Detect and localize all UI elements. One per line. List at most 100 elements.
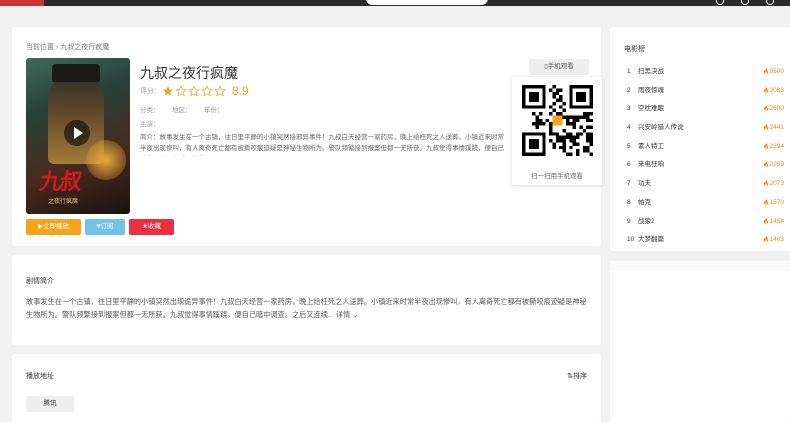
poster-glow — [86, 140, 126, 180]
star-outline-icon — [188, 85, 200, 97]
plot-summary-card: 剧情简介 故事发生在一个古镇，往日里平静的小镇突然出现诡异事件！九叔白天经营一家… — [12, 255, 601, 345]
ranking-hot: 🔥2600 — [763, 100, 784, 119]
ranking-hot-value: 2269 — [769, 161, 784, 169]
sort-button[interactable]: ⇅排序 — [567, 371, 587, 381]
side-card-header — [610, 261, 790, 271]
ranking-number: 2 — [627, 86, 631, 94]
subscribe-button[interactable]: ♥订阅 — [85, 219, 125, 235]
ranking-hot: 🔥2073 — [763, 175, 784, 194]
movie-poster[interactable]: 九叔 之夜行疯魔 — [26, 58, 130, 214]
ranking-number: 1 — [627, 68, 631, 75]
ranking-title: 电影榜 — [624, 46, 645, 53]
poster-subtitle: 之夜行疯魔 — [48, 199, 79, 205]
ranking-hot-value: 3083 — [769, 86, 784, 94]
ranking-name[interactable]: 扫黑决战 — [638, 63, 664, 82]
source-tab[interactable]: 腾讯 — [26, 396, 74, 412]
ranking-item[interactable]: 10 大梦翻篇 🔥1403 — [624, 231, 784, 250]
ranking-hot: 🔥2441 — [763, 119, 784, 138]
ranking-item[interactable]: 5 素人特工 🔥2394 — [624, 138, 784, 157]
ranking-item[interactable]: 2 雨夜惊魂 🔥3083 — [624, 82, 784, 101]
ranking-name[interactable]: 大梦翻篇 — [638, 231, 664, 250]
ranking-hot-value: 1454 — [769, 217, 784, 225]
star-outline-icon — [201, 85, 213, 97]
rating-row: 评分： 8.9 — [140, 84, 249, 98]
meta-category: 分类： — [140, 107, 160, 114]
ranking-hot-value: 2441 — [769, 124, 784, 132]
ranking-hot-value: 1570 — [769, 198, 784, 206]
ranking-name[interactable]: 功夫 — [638, 175, 651, 194]
play-address-title: 播放地址 — [26, 373, 54, 380]
ranking-number: 7 — [627, 180, 631, 188]
plot-title: 剧情简介 — [26, 278, 54, 285]
movie-brief: 简介：故事发生在一个古镇，往日里平静的小镇突然接邪异事件！九叔白天经营一家药房，… — [140, 134, 504, 152]
ranking-name[interactable]: 空枕难眠 — [638, 100, 664, 119]
ranking-hot: 🔥1454 — [763, 213, 784, 232]
ranking-number: 4 — [627, 124, 631, 132]
qr-caption: 扫一扫用手机观看 — [531, 173, 583, 180]
ranking-name[interactable]: 来电狂响 — [638, 156, 664, 175]
breadcrumb: 当前位置 › 九叔之夜行疯魔 — [26, 44, 110, 51]
ranking-name[interactable]: 雨夜惊魂 — [638, 82, 664, 101]
ranking-number: 9 — [627, 217, 631, 225]
ranking-hot-value: 2600 — [769, 105, 784, 113]
qr-popup: 扫一扫用手机观看 — [512, 77, 602, 185]
ranking-number: 8 — [627, 198, 631, 206]
movie-title: 九叔之夜行疯魔 — [140, 65, 238, 81]
play-now-button[interactable]: ▶立即播放 — [26, 219, 81, 235]
play-address-card: 播放地址 ⇅排序 腾讯 — [12, 354, 601, 422]
meta-row: 分类： 地区： 年份： — [140, 104, 236, 114]
ranking-hot: 🔥1570 — [763, 194, 784, 213]
ranking-item[interactable]: 9 战狼2 🔥1454 — [624, 213, 784, 232]
ranking-hot: 🔥1403 — [763, 231, 784, 250]
history-icon[interactable] — [716, 0, 724, 5]
mobile-watch-tab[interactable]: ▯手机观看 — [529, 59, 589, 75]
plot-body: 故事发生在一个古镇，往日里平静的小镇突然出现诡异事件！九叔白天经营一家药房，晚上… — [26, 297, 587, 319]
ranking-number: 5 — [627, 142, 631, 150]
ranking-hot-value: 2073 — [769, 180, 784, 188]
ranking-hot-value: 1403 — [769, 236, 784, 244]
top-navbar — [0, 0, 790, 6]
ranking-number: 6 — [627, 161, 631, 169]
rating-label: 评分： — [140, 88, 161, 95]
star-outline-icon — [175, 85, 187, 97]
ranking-item[interactable]: 7 功夫 🔥2073 — [624, 175, 784, 194]
ranking-hot: 🔥3083 — [763, 82, 784, 101]
movie-detail-card: 当前位置 › 九叔之夜行疯魔 九叔 之夜行疯魔 ▶立即播放 ♥订阅 ★收藏 九叔… — [12, 27, 602, 246]
plot-more-link[interactable]: 详情 ⌄ — [336, 310, 358, 319]
star-outline-icon — [214, 85, 226, 97]
ranking-hot-value: 9500 — [769, 68, 784, 75]
play-icon[interactable] — [64, 120, 90, 146]
meta-actors: 主演： — [140, 121, 160, 128]
movie-ranking-card: 电影榜 1 扫黑决战 🔥9500 2 雨夜惊魂 🔥3083 3 空枕难眠 🔥2600 4 兴安岭猎人… — [610, 27, 790, 251]
ranking-item[interactable]: 6 来电狂响 🔥2269 — [624, 156, 784, 175]
meta-area: 地区： — [172, 107, 192, 114]
search-input[interactable] — [366, 0, 488, 5]
message-icon[interactable] — [741, 0, 749, 5]
ranking-item[interactable]: 4 兴安岭猎人传说 🔥2441 — [624, 119, 784, 138]
site-logo[interactable] — [0, 0, 44, 6]
poster-title: 九叔 — [37, 169, 82, 195]
ranking-name[interactable]: 兴安岭猎人传说 — [638, 119, 684, 138]
ranking-item[interactable]: 1 扫黑决战 🔥9500 — [624, 63, 784, 82]
ranking-number: 3 — [627, 105, 631, 113]
ranking-item[interactable]: 3 空枕难眠 🔥2600 — [624, 100, 784, 119]
favorite-button[interactable]: ★收藏 — [129, 219, 174, 235]
ranking-hot-value: 2394 — [769, 142, 784, 150]
star-icon — [163, 86, 173, 96]
ranking-name[interactable]: 战狼2 — [638, 213, 655, 232]
ranking-item[interactable]: 8 帕克 🔥1570 — [624, 194, 784, 213]
ranking-name[interactable]: 素人特工 — [638, 138, 664, 157]
secondary-side-card — [610, 261, 790, 422]
ranking-list: 1 扫黑决战 🔥9500 2 雨夜惊魂 🔥3083 3 空枕难眠 🔥2600 4 兴安岭猎人传说 🔥2… — [624, 63, 784, 250]
poster-hat — [52, 64, 100, 82]
ranking-hot: 🔥9500 — [763, 63, 784, 82]
meta-year: 年份： — [204, 107, 224, 114]
ranking-hot: 🔥2269 — [763, 156, 784, 175]
rating-score: 8.9 — [232, 84, 249, 98]
plot-text: 故事发生在一个古镇，往日里平静的小镇突然出现诡异事件！九叔白天经营一家药房，晚上… — [26, 295, 591, 321]
ranking-name[interactable]: 帕克 — [638, 194, 651, 213]
ranking-number: 10 — [627, 236, 635, 244]
qr-code — [522, 85, 593, 156]
ranking-hot: 🔥2394 — [763, 138, 784, 157]
user-icon[interactable] — [766, 0, 774, 5]
